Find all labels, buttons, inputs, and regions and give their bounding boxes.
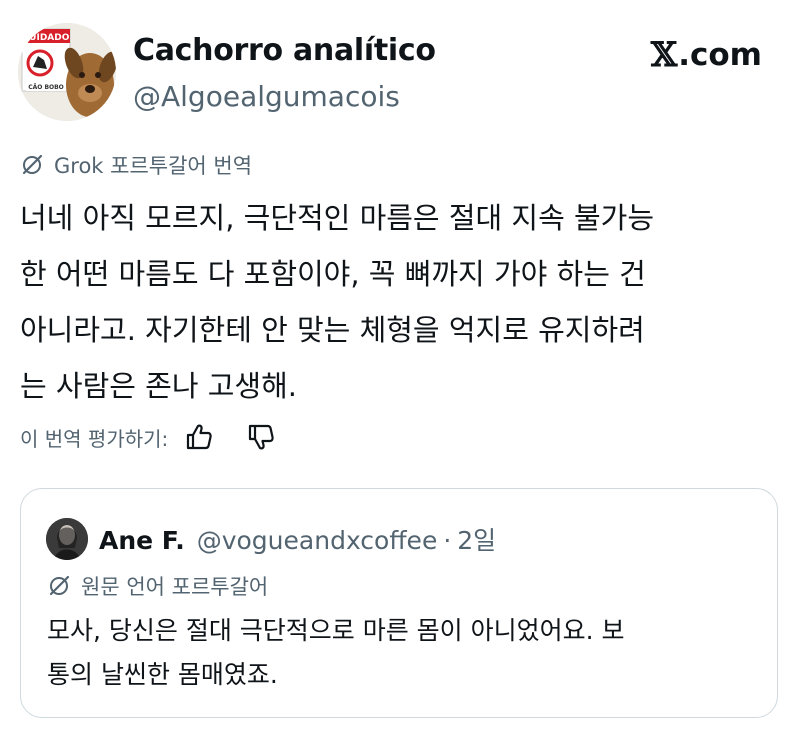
quoted-post-time[interactable]: 2일 <box>457 521 496 557</box>
author-avatar[interactable]: CUIDADO CÃO BOBO <box>18 23 116 121</box>
quoted-post-text: 모사, 당신은 절대 극단적으로 마른 몸이 아니었어요. 보 통의 날씬한 몸… <box>47 609 757 697</box>
rate-translation-row: 이 번역 평가하기: <box>20 422 276 452</box>
quoted-author-avatar[interactable] <box>46 518 88 560</box>
quoted-author-name[interactable]: Ane F. <box>99 526 185 555</box>
thumbs-down-icon[interactable] <box>246 422 276 452</box>
tweet-text-line: 한 어떤 마름도 다 포함이야, 꼭 뼈까지 가야 하는 건 <box>20 257 646 291</box>
tweet-text-line: 너네 아직 모르지, 극단적인 마름은 절대 지속 불가능 <box>20 201 655 235</box>
quoted-author-handle[interactable]: @vogueandxcoffee <box>197 526 438 555</box>
quoted-post-header: Ane F. @vogueandxcoffee · 2일 <box>99 521 496 557</box>
grok-slash-icon <box>49 575 70 596</box>
author-handle[interactable]: @Algoealgumacois <box>133 80 400 113</box>
tweet-text-line: 아니라고. 자기한테 안 맞는 체형을 억지로 유지하려 <box>20 313 645 347</box>
tweet-translated-text: 너네 아직 모르지, 극단적인 마름은 절대 지속 불가능 한 어떤 마름도 다… <box>20 190 780 414</box>
source-language-label: 원문 언어 포르투갈어 <box>81 575 269 599</box>
separator-dot: · <box>443 526 452 555</box>
quoted-post-card[interactable]: Ane F. @vogueandxcoffee · 2일 원문 언어 포르투갈어… <box>20 488 778 718</box>
author-display-name[interactable]: Cachorro analítico <box>133 33 436 68</box>
x-com-logo: 𝕏 .com <box>651 35 762 75</box>
tweet-text-line: 는 사람은 존나 고생해. <box>20 369 297 403</box>
quoted-text-line: 모사, 당신은 절대 극단적으로 마른 몸이 아니었어요. 보 <box>47 616 625 645</box>
rate-translation-label: 이 번역 평가하기: <box>20 426 169 451</box>
avatar-sign-text: CUIDADO <box>23 33 70 43</box>
grok-slash-icon <box>22 154 43 175</box>
thumbs-up-icon[interactable] <box>184 422 214 452</box>
translation-label: Grok 포르투갈어 번역 <box>54 154 253 178</box>
source-language-row: 원문 언어 포르투갈어 <box>47 571 268 601</box>
brand-domain: .com <box>678 37 762 73</box>
avatar-image: CUIDADO CÃO BOBO <box>18 23 116 121</box>
translation-label-row: Grok 포르투갈어 번역 <box>20 150 252 180</box>
quoted-avatar-image <box>46 518 88 560</box>
x-logo-icon: 𝕏 <box>650 35 678 75</box>
quoted-text-line: 통의 날씬한 몸매였죠. <box>47 660 278 689</box>
avatar-plate-text: CÃO BOBO <box>28 84 64 91</box>
